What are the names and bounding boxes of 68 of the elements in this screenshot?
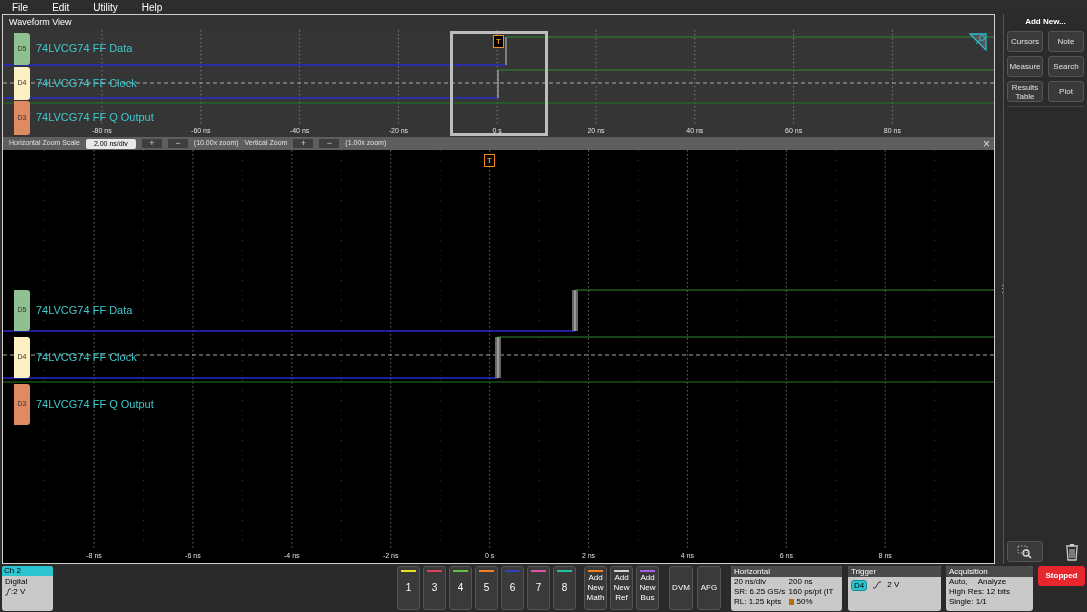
channel-button[interactable]: 3 <box>423 566 446 610</box>
card-text: :2 V <box>11 587 26 597</box>
channel-label: 74LVCG74 FF Data <box>36 304 133 316</box>
card-text: Analyze <box>977 577 1007 587</box>
channel-flag-icon[interactable] <box>969 33 987 51</box>
card-text: Single: 1/1 <box>949 597 988 607</box>
card-text: SR: 6.25 GS/s <box>734 587 787 597</box>
channel-button[interactable]: 6 <box>501 566 524 610</box>
card-title: Trigger <box>848 566 941 577</box>
panel-title: Waveform View <box>3 15 994 30</box>
tool-button[interactable]: AFG <box>697 566 721 610</box>
panel-title: Add New... <box>1024 16 1067 28</box>
menu-item[interactable]: Utility <box>93 0 118 15</box>
status-card[interactable]: Trigger D4 2 V <box>848 566 941 611</box>
status-card[interactable]: Acquisition Auto, Analyze High Res: 12 bits Single: 1/1 <box>946 566 1033 611</box>
channel-label: 74LVCG74 FF Data <box>36 43 133 54</box>
channel-label: 74LVCG74 FF Clock <box>36 351 137 363</box>
channel-button[interactable]: 1 <box>397 566 420 610</box>
run-stop-button[interactable]: Stopped <box>1038 566 1085 586</box>
add-new-button[interactable]: Search <box>1048 56 1084 77</box>
trash-icon[interactable] <box>1064 542 1080 561</box>
rising-edge-icon <box>5 588 11 596</box>
zoom-in-button[interactable]: + <box>141 139 162 148</box>
trigger-marker[interactable]: T <box>493 35 504 48</box>
zoom-out-button[interactable]: − <box>167 139 188 148</box>
add-new-button[interactable]: Add New Math <box>584 566 607 610</box>
channel-label: 74LVCG74 FF Q Output <box>36 112 154 123</box>
card-title: Acquisition <box>946 566 1033 577</box>
trigger-marker[interactable]: T <box>484 154 495 167</box>
trigger-position-icon <box>788 599 794 605</box>
add-new-button[interactable]: Note <box>1048 31 1084 52</box>
status-card[interactable]: Horizontal 20 ns/div 200 ns SR: 6.25 GS/s 160 ps/pt (IT RL: 1.25 kpts 50% <box>731 566 842 611</box>
add-new-button[interactable]: Plot <box>1048 81 1084 102</box>
card-text: 50% <box>796 597 813 607</box>
trigger-source-badge[interactable]: D4 <box>851 579 868 591</box>
zoom-window-frame[interactable] <box>450 31 548 136</box>
zoom-tool-button[interactable] <box>1007 541 1043 562</box>
card-text: RL: 1.25 kpts <box>734 597 783 607</box>
card-text: 160 ps/pt (IT <box>788 587 835 597</box>
rising-edge-icon <box>873 581 882 589</box>
tool-button[interactable]: DVM <box>669 566 693 610</box>
channel-label: 74LVCG74 FF Clock <box>36 77 137 89</box>
card-text: 20 ns/div <box>734 577 768 587</box>
channel-status-card[interactable]: Ch 2 Digital :2 V <box>2 566 53 611</box>
zoom-out-button[interactable]: − <box>319 139 340 148</box>
card-text: Digital <box>4 577 29 587</box>
card-title: Horizontal <box>731 566 842 577</box>
add-new-button[interactable]: Add New Ref <box>610 566 633 610</box>
channel-label: 74LVCG74 FF Q Output <box>36 398 154 410</box>
channel-button[interactable]: 4 <box>449 566 472 610</box>
add-new-button[interactable]: Add New Bus <box>636 566 659 610</box>
menu-item[interactable]: Help <box>141 0 163 15</box>
add-new-button[interactable]: Results Table <box>1007 81 1043 102</box>
zoom-icon <box>1017 544 1033 559</box>
menu-item[interactable]: Edit <box>52 0 70 15</box>
channel-button[interactable]: 5 <box>475 566 498 610</box>
add-new-button[interactable]: Measure <box>1007 56 1043 77</box>
channel-button[interactable]: 7 <box>527 566 550 610</box>
card-text: Auto, <box>949 577 968 587</box>
channel-button[interactable]: 8 <box>553 566 576 610</box>
card-title: Ch 2 <box>2 566 53 576</box>
card-text: 2 V <box>887 579 900 591</box>
menu-item[interactable]: File <box>12 0 29 15</box>
close-button[interactable]: × <box>983 137 990 150</box>
add-new-button[interactable]: Cursors <box>1007 31 1043 52</box>
card-text: 200 ns <box>788 577 814 587</box>
card-text: High Res: 12 bits <box>949 587 1011 597</box>
zoom-in-button[interactable]: + <box>293 139 314 148</box>
